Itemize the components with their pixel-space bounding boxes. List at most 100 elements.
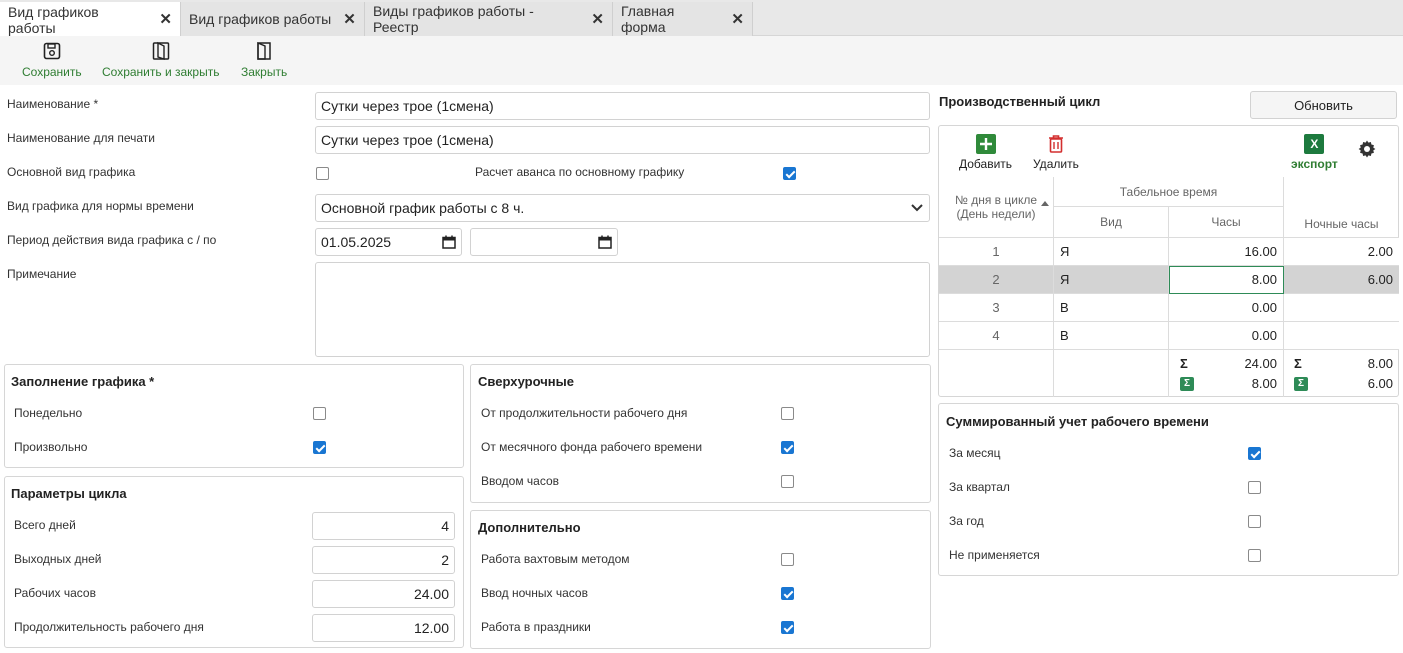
col-kind-header[interactable]: Вид [1054, 207, 1169, 238]
norm-type-select[interactable]: Основной график работы с 8 ч. [315, 194, 930, 222]
save-exit-icon [152, 41, 169, 60]
period-to-field[interactable] [470, 228, 618, 256]
col-day-header[interactable]: № дня в цикле (День недели) [939, 177, 1054, 238]
tab-schedule-type-2[interactable]: Вид графиков работы ✕ [181, 2, 365, 36]
sigma-icon: Σ [1180, 356, 1188, 371]
delete-row-button[interactable]: Удалить [1033, 134, 1079, 171]
col-timesheet-header: Табельное время [1054, 177, 1284, 207]
hours-total-value: 24.00 [1244, 356, 1277, 371]
note-textarea[interactable] [315, 262, 930, 357]
holidays-label: Работа в праздники [481, 620, 591, 634]
night-hours-checkbox[interactable] [781, 587, 794, 600]
overtime-manual-checkbox[interactable] [781, 475, 794, 488]
period-from-field[interactable]: 01.05.2025 [315, 228, 462, 256]
total-row-empty-cell [1054, 350, 1169, 397]
settings-gear-icon[interactable] [1357, 139, 1377, 162]
hours-cell[interactable]: 8.00 [1169, 266, 1284, 294]
kind-cell[interactable]: Я [1054, 238, 1169, 266]
close-icon[interactable]: ✕ [731, 12, 744, 27]
col-night-label: Ночные часы [1304, 217, 1379, 231]
name-field[interactable]: Сутки через трое (1смена) [315, 92, 930, 120]
total-days-field[interactable]: 4 [312, 512, 455, 540]
period-from-value: 01.05.2025 [321, 234, 392, 250]
day-cell[interactable]: 4 [939, 322, 1054, 350]
calendar-icon[interactable] [598, 235, 612, 249]
summed-quarter-checkbox[interactable] [1248, 481, 1261, 494]
total-days-value: 4 [441, 518, 449, 534]
hours-cell[interactable]: 0.00 [1169, 322, 1284, 350]
summed-month-checkbox[interactable] [1248, 447, 1261, 460]
close-button[interactable]: Закрыть [241, 41, 287, 79]
hours-cell[interactable]: 0.00 [1169, 294, 1284, 322]
tab-schedule-type-1[interactable]: Вид графиков работы ✕ [0, 2, 181, 37]
day-length-field[interactable]: 12.00 [312, 614, 455, 642]
night-subtotal-value: 6.00 [1367, 376, 1393, 391]
tab-main-form[interactable]: Главная форма ✕ [613, 2, 753, 36]
night-cell[interactable]: 6.00 [1284, 266, 1399, 294]
floppy-disk-icon [43, 42, 61, 60]
work-hours-value: 24.00 [413, 586, 449, 602]
tab-label: Виды графиков работы - Реестр [373, 3, 534, 35]
night-cell[interactable] [1284, 294, 1399, 322]
weekly-checkbox[interactable] [313, 407, 326, 420]
close-icon[interactable]: ✕ [159, 12, 172, 27]
print-name-value: Сутки через трое (1смена) [321, 132, 494, 148]
name-value: Сутки через трое (1смена) [321, 98, 494, 114]
col-hours-header[interactable]: Часы [1169, 207, 1284, 238]
save-label: Сохранить [22, 65, 82, 79]
advance-checkbox[interactable] [783, 167, 796, 180]
col-kind-label: Вид [1100, 215, 1122, 229]
overtime-by-day-label: От продолжительности рабочего дня [481, 406, 688, 420]
summed-year-label: За год [949, 514, 984, 528]
excel-icon: X [1304, 134, 1325, 154]
close-icon[interactable]: ✕ [343, 12, 356, 27]
print-name-field[interactable]: Сутки через трое (1смена) [315, 126, 930, 154]
day-cell[interactable]: 3 [939, 294, 1054, 322]
tab-schedule-types-registry[interactable]: Виды графиков работы - Реестр ✕ [365, 2, 613, 36]
day-cell[interactable]: 2 [939, 266, 1054, 294]
close-icon[interactable]: ✕ [591, 12, 604, 27]
free-label: Произвольно [14, 440, 88, 454]
free-checkbox[interactable] [313, 441, 326, 454]
export-button[interactable]: X экспорт [1291, 134, 1338, 171]
summed-year-checkbox[interactable] [1248, 515, 1261, 528]
summed-none-checkbox[interactable] [1248, 549, 1261, 562]
overtime-manual-label: Вводом часов [481, 474, 560, 488]
hours-total-cell: Σ 24.00 Σ 8.00 [1169, 350, 1284, 397]
close-label: Закрыть [241, 65, 288, 79]
subtotal-sigma-icon: Σ [1294, 376, 1308, 391]
overtime-by-day-checkbox[interactable] [781, 407, 794, 420]
col-night-header[interactable]: Ночные часы [1284, 177, 1399, 238]
night-cell[interactable] [1284, 322, 1399, 350]
calendar-icon[interactable] [442, 235, 456, 249]
note-label: Примечание [7, 267, 77, 281]
days-off-field[interactable]: 2 [312, 546, 455, 574]
day-length-label: Продолжительность рабочего дня [14, 620, 204, 634]
holidays-checkbox[interactable] [781, 621, 794, 634]
save-button[interactable]: Сохранить [22, 41, 82, 79]
hours-cell[interactable]: 16.00 [1169, 238, 1284, 266]
day-cell[interactable]: 1 [939, 238, 1054, 266]
save-and-close-button[interactable]: Сохранить и закрыть [102, 41, 219, 79]
kind-cell[interactable]: В [1054, 322, 1169, 350]
shift-work-checkbox[interactable] [781, 553, 794, 566]
tab-bar: Вид графиков работы ✕ Вид графиков работ… [0, 0, 1403, 37]
kind-cell[interactable]: В [1054, 294, 1169, 322]
kind-cell[interactable]: Я [1054, 266, 1169, 294]
work-hours-field[interactable]: 24.00 [312, 580, 455, 608]
night-cell[interactable]: 2.00 [1284, 238, 1399, 266]
summed-title: Суммированный учет рабочего времени [946, 414, 1209, 429]
print-name-label: Наименование для печати [7, 131, 155, 145]
night-hours-label: Ввод ночных часов [481, 586, 588, 600]
chevron-down-icon [910, 203, 924, 213]
toolbar: Сохранить Сохранить и закрыть Закрыть [0, 36, 1403, 85]
overtime-by-month-checkbox[interactable] [781, 441, 794, 454]
door-icon [257, 41, 271, 60]
add-row-button[interactable]: Добавить [959, 134, 1012, 171]
production-cycle-title: Производственный цикл [939, 94, 1101, 109]
col-day-label: № дня в цикле (День недели) [954, 193, 1037, 221]
fill-title: Заполнение графика * [11, 374, 155, 389]
tab-label: Вид графиков работы [8, 3, 99, 36]
refresh-button[interactable]: Обновить [1250, 91, 1397, 119]
main-type-checkbox[interactable] [316, 167, 329, 180]
